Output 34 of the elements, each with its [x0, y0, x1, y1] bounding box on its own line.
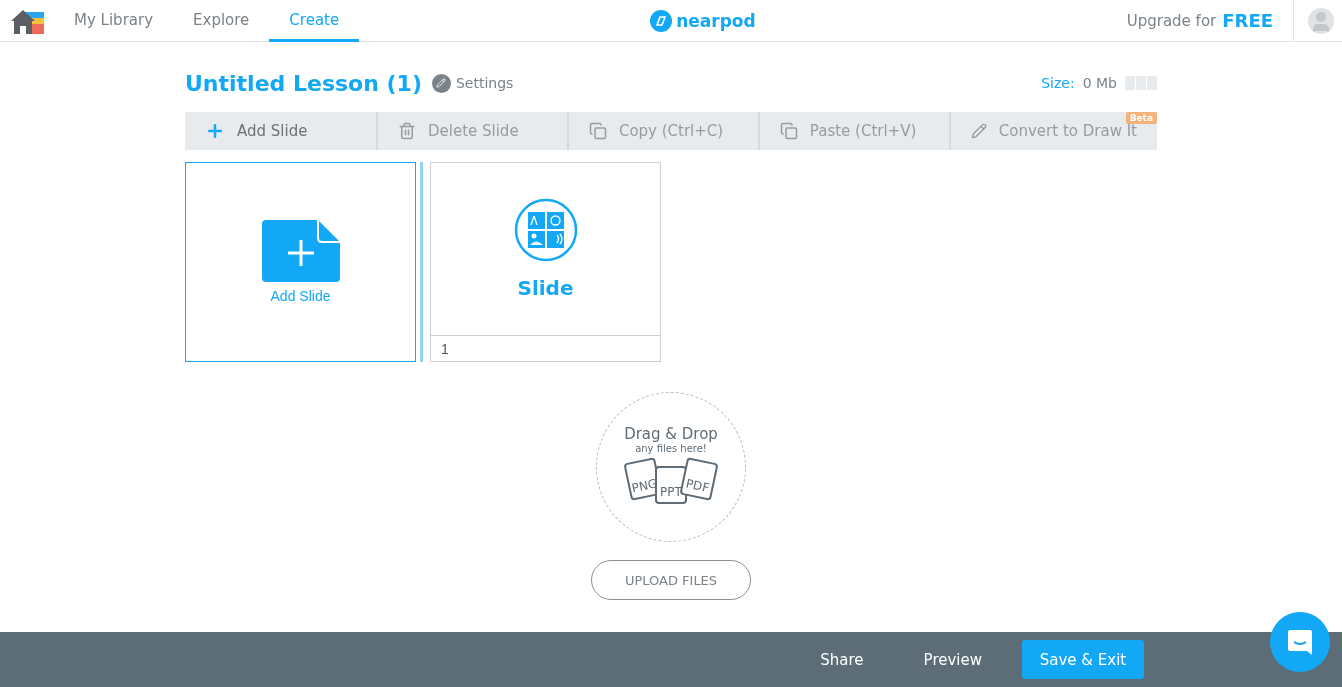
upgrade-link[interactable]: Upgrade for FREE [1126, 0, 1294, 41]
nearpod-logo: nearpod [650, 9, 756, 32]
add-file-icon [261, 220, 340, 282]
slide-thumbnail[interactable]: Slide 1 [430, 162, 661, 362]
nav-tab[interactable]: Explore [173, 0, 270, 42]
drop-subtitle: any files here! [635, 443, 707, 454]
copy-icon [588, 122, 607, 140]
lesson-title: Untitled Lesson (1) [185, 70, 422, 96]
home-icon [10, 7, 44, 34]
save-exit-button[interactable]: Save & Exit [1022, 640, 1144, 679]
nav-tab[interactable]: My Library [54, 0, 174, 42]
plus-icon [205, 121, 225, 141]
toolbar-button[interactable]: Add Slide [185, 112, 376, 150]
file-type-icon: PPT [655, 466, 687, 504]
upload-files-button[interactable]: UPLOAD FILES [591, 560, 751, 600]
size-value: 0 Mb [1082, 75, 1117, 91]
settings-link[interactable]: Settings [431, 73, 514, 93]
size-label: Size: [1041, 75, 1075, 91]
beta-badge: Beta [1125, 112, 1157, 124]
trash-icon [397, 122, 416, 140]
pencil-icon [970, 123, 987, 139]
nav-tab[interactable]: Create [269, 0, 360, 42]
chat-icon [1286, 628, 1314, 656]
paste-icon [779, 122, 798, 140]
chat-button[interactable] [1270, 612, 1330, 672]
footer-button[interactable]: Share [790, 650, 894, 669]
add-slide-card[interactable]: Add Slide [185, 162, 416, 362]
logo-icon [650, 9, 673, 32]
content-grid-icon [513, 198, 578, 262]
slide-number: 1 [431, 335, 660, 361]
footer-button[interactable]: Preview [893, 650, 1012, 669]
drop-title: Drag & Drop [624, 425, 718, 443]
pencil-icon [431, 73, 451, 93]
slide-title: Slide [517, 276, 574, 300]
